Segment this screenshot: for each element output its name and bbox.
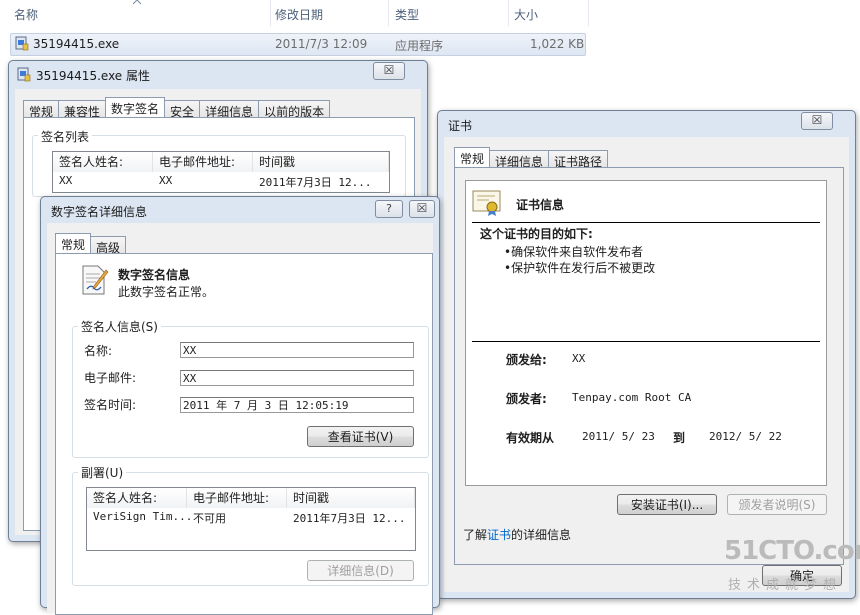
countersignature-list[interactable]: 签名人姓名: 电子邮件地址: 时间戳 VeriSign Tim... 不可用 2… bbox=[86, 487, 416, 551]
signature-details-dialog: 数字签名详细信息 ? ☒ 常规 高级 数字签名信息 此数字签名正常。 签名人信息(… bbox=[40, 196, 440, 615]
column-name[interactable]: 名称 bbox=[14, 6, 38, 23]
details-button[interactable]: 详细信息(D) bbox=[307, 560, 414, 581]
signature-details-tabs: 常规 高级 bbox=[55, 233, 127, 256]
watermark-logo: 51CTO.com bbox=[724, 536, 860, 566]
close-icon: ☒ bbox=[811, 113, 823, 127]
row-email: 不可用 bbox=[193, 512, 226, 525]
file-name: 35194415.exe bbox=[33, 37, 120, 51]
install-certificate-button[interactable]: 安装证书(I)... bbox=[617, 494, 717, 515]
purpose-title: 这个证书的目的如下: bbox=[480, 227, 593, 241]
column-divider[interactable] bbox=[588, 0, 589, 26]
row-signer: VeriSign Tim... bbox=[93, 510, 193, 523]
header-signer[interactable]: 签名人姓名: bbox=[53, 152, 153, 172]
email-field[interactable]: XX bbox=[180, 370, 414, 386]
learn-more-prefix: 了解 bbox=[463, 528, 488, 542]
certificate-client: 常规 详细信息 证书路径 证书信息 这个证书的目的如下: •确保软件来自软件发布者 … bbox=[444, 137, 849, 592]
header-signer[interactable]: 签名人姓名: bbox=[87, 488, 187, 508]
column-divider[interactable] bbox=[270, 0, 271, 26]
valid-to-label: 到 bbox=[673, 431, 686, 445]
issued-to-label: 颁发给: bbox=[506, 353, 547, 367]
certificate-tabs: 常规 详细信息 证书路径 bbox=[454, 147, 609, 170]
close-button[interactable]: ☒ bbox=[801, 112, 833, 130]
file-list-header: 名称 修改日期 类型 大小 bbox=[0, 0, 860, 28]
purpose-item: •保护软件在发行后不被更改 bbox=[504, 261, 656, 275]
certificate-title: 证书 bbox=[448, 119, 473, 133]
close-icon: ☒ bbox=[383, 63, 395, 77]
tab-general[interactable]: 常规 bbox=[55, 233, 92, 255]
file-modified: 2011/7/3 12:09 bbox=[275, 37, 368, 51]
header-timestamp[interactable]: 时间戳 bbox=[287, 488, 415, 508]
exe-file-icon bbox=[17, 67, 31, 82]
signing-time-field[interactable]: 2011 年 7 月 3 日 12:05:19 bbox=[180, 397, 414, 413]
file-row[interactable]: 35194415.exe 2011/7/3 12:09 应用程序 1,022 K… bbox=[10, 33, 586, 56]
row-signer: XX bbox=[59, 174, 73, 187]
close-icon: ☒ bbox=[416, 201, 428, 215]
issued-to-value: XX bbox=[572, 352, 586, 365]
signature-details-client: 常规 高级 数字签名信息 此数字签名正常。 签名人信息(S) 名称: XX 电子邮… bbox=[47, 223, 433, 615]
exe-file-icon bbox=[15, 36, 29, 51]
help-button[interactable]: ? bbox=[375, 200, 403, 218]
issued-by-label: 颁发者: bbox=[506, 392, 547, 406]
close-button[interactable]: ☒ bbox=[373, 62, 405, 80]
signature-info-heading: 数字签名信息 bbox=[118, 268, 191, 282]
tab-general[interactable]: 常规 bbox=[454, 147, 491, 169]
certificate-dialog: 证书 ☒ 常规 详细信息 证书路径 证书信息 这个证书的目的如下: •确保软件来自软… bbox=[437, 110, 856, 599]
watermark-tagline: 技术成就梦想 bbox=[728, 578, 843, 593]
learn-more-suffix: 的详细信息 bbox=[511, 528, 572, 542]
certificate-info-heading: 证书信息 bbox=[516, 198, 565, 212]
file-size: 1,022 KB bbox=[530, 37, 585, 51]
signature-list-label: 签名列表 bbox=[38, 128, 93, 145]
column-divider[interactable] bbox=[508, 0, 509, 26]
divider bbox=[472, 341, 820, 342]
signed-document-icon bbox=[82, 265, 109, 295]
help-icon: ? bbox=[386, 202, 392, 215]
signer-info-label: 签名人信息(S) bbox=[78, 318, 161, 335]
signature-list[interactable]: 签名人姓名: 电子邮件地址: 时间戳 XX XX 2011年7月3日 12... bbox=[52, 151, 390, 193]
learn-more-link[interactable]: 证书 bbox=[487, 528, 511, 542]
general-panel: 证书信息 这个证书的目的如下: •确保软件来自软件发布者 •保护软件在发行后不被… bbox=[454, 167, 844, 565]
sort-arrow-icon bbox=[133, 0, 141, 5]
valid-from-label: 有效期从 bbox=[506, 431, 555, 445]
valid-from-value: 2011/ 5/ 23 bbox=[582, 430, 655, 443]
issued-by-value: Tenpay.com Root CA bbox=[572, 391, 692, 404]
certificate-icon bbox=[472, 190, 501, 216]
properties-title: 35194415.exe 属性 bbox=[36, 69, 150, 83]
header-email[interactable]: 电子邮件地址: bbox=[187, 488, 287, 508]
header-email[interactable]: 电子邮件地址: bbox=[153, 152, 253, 172]
view-certificate-button[interactable]: 查看证书(V) bbox=[307, 426, 414, 447]
signature-status: 此数字签名正常。 bbox=[118, 285, 215, 299]
tab-digital-signatures[interactable]: 数字签名 bbox=[105, 97, 166, 119]
purpose-item: •确保软件来自软件发布者 bbox=[504, 245, 644, 259]
close-button[interactable]: ☒ bbox=[409, 200, 435, 218]
row-timestamp: 2011年7月3日 12... bbox=[259, 176, 372, 189]
email-label: 电子邮件: bbox=[84, 371, 137, 385]
issuer-statement-button[interactable]: 颁发者说明(S) bbox=[727, 494, 827, 515]
column-divider[interactable] bbox=[388, 0, 389, 26]
name-label: 名称: bbox=[84, 344, 113, 358]
column-modified[interactable]: 修改日期 bbox=[275, 6, 323, 23]
signature-general-panel: 数字签名信息 此数字签名正常。 签名人信息(S) 名称: XX 电子邮件: XX… bbox=[55, 253, 433, 615]
properties-tabs: 常规 兼容性 数字签名 安全 详细信息 以前的版本 bbox=[23, 97, 331, 120]
valid-to-value: 2012/ 5/ 22 bbox=[709, 430, 782, 443]
signature-details-title: 数字签名详细信息 bbox=[51, 205, 148, 219]
row-timestamp: 2011年7月3日 12... bbox=[293, 512, 406, 525]
signing-time-label: 签名时间: bbox=[84, 398, 137, 412]
learn-more-text: 了解证书的详细信息 bbox=[463, 526, 571, 543]
column-size[interactable]: 大小 bbox=[514, 6, 538, 23]
countersignatures-label: 副署(U) bbox=[78, 464, 127, 481]
column-type[interactable]: 类型 bbox=[395, 6, 419, 23]
divider bbox=[472, 222, 820, 223]
certificate-info-box: 证书信息 这个证书的目的如下: •确保软件来自软件发布者 •保护软件在发行后不被… bbox=[465, 180, 827, 486]
row-email: XX bbox=[159, 174, 173, 187]
file-type: 应用程序 bbox=[395, 39, 444, 53]
name-field[interactable]: XX bbox=[180, 342, 414, 358]
header-timestamp[interactable]: 时间戳 bbox=[253, 152, 389, 172]
